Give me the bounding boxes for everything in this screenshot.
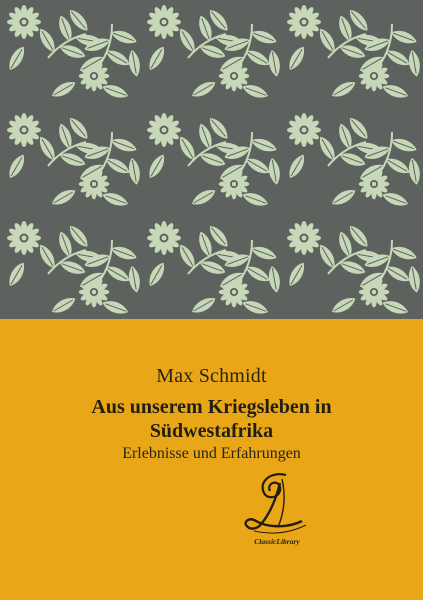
book-subtitle: Erlebnisse und Erfahrungen	[122, 445, 301, 462]
author-name: Max Schmidt	[156, 365, 267, 387]
book-title: Aus unserem Kriegsleben in Südwestafrika	[0, 395, 423, 443]
book-cover: Max Schmidt Aus unserem Kriegsleben in S…	[0, 0, 423, 600]
publisher-name: ClassicLibrary	[254, 537, 300, 546]
book-title-line-2: Südwestafrika	[149, 420, 274, 442]
floral-pattern-panel	[0, 0, 423, 319]
floral-leaf-pattern-icon	[0, 0, 423, 319]
book-title-line-1: Aus unserem Kriegsleben in	[91, 396, 332, 418]
title-panel: Max Schmidt Aus unserem Kriegsleben in S…	[0, 319, 423, 600]
